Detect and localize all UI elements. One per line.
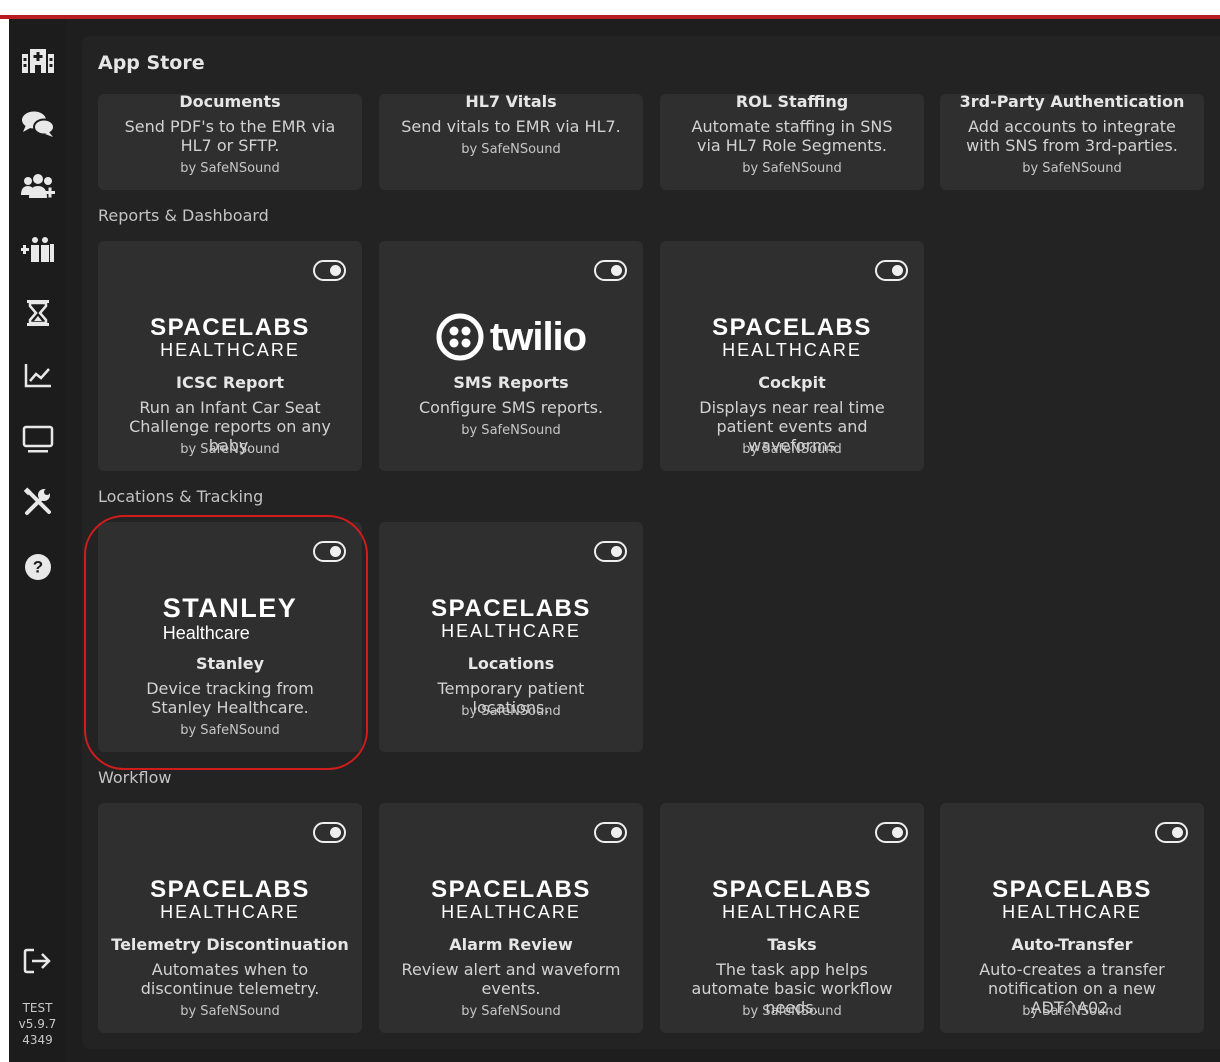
spacelabs-logo: SPACELABS HEALTHCARE (431, 875, 591, 922)
app-author: by SafeNSound (461, 423, 561, 438)
app-description: Send PDF's to the EMR via HL7 or SFTP. (124, 117, 336, 155)
app-card-icsc-report[interactable]: SPACELABS HEALTHCARE ICSC Report Run an I… (98, 241, 362, 471)
app-card-hl7-vitals[interactable]: HL7 Vitals Send vitals to EMR via HL7. b… (379, 94, 643, 190)
logout-button[interactable] (9, 941, 66, 981)
environment-label: TEST (22, 1001, 53, 1015)
section-label-workflow: Workflow (98, 768, 172, 787)
enable-toggle[interactable] (313, 260, 346, 281)
stanley-logo: STANLEY Healthcare (162, 592, 298, 643)
app-card-documents[interactable]: Documents Send PDF's to the EMR via HL7 … (98, 94, 362, 190)
sidebar-item-users[interactable] (9, 167, 66, 207)
app-author: by SafeNSound (461, 1004, 561, 1019)
spacelabs-logo: SPACELABS HEALTHCARE (712, 313, 872, 360)
sidebar-item-staff[interactable] (9, 230, 66, 270)
enable-toggle[interactable] (313, 822, 346, 843)
app-author: by SafeNSound (1022, 161, 1122, 176)
app-author: by SafeNSound (180, 442, 280, 457)
app-card-stanley[interactable]: STANLEY Healthcare Stanley Device trackin… (98, 522, 362, 752)
app-card-cockpit[interactable]: SPACELABS HEALTHCARE Cockpit Displays nea… (660, 241, 924, 471)
chart-icon (24, 363, 52, 389)
app-name: Locations (467, 654, 555, 673)
app-name: Auto-Transfer (1011, 935, 1133, 954)
app-author: by SafeNSound (1022, 1004, 1122, 1019)
app-author: by SafeNSound (180, 161, 280, 176)
app-name: HL7 Vitals (465, 94, 557, 111)
sidebar: ? TEST v5.9.7 4349 (9, 19, 66, 1062)
app-store-content[interactable]: Documents Send PDF's to the EMR via HL7 … (82, 94, 1220, 1049)
app-name: ROL Staffing (735, 94, 849, 111)
logout-icon (23, 948, 53, 974)
section-label-locations: Locations & Tracking (98, 487, 264, 506)
version-label: v5.9.7 (18, 1017, 57, 1031)
enable-toggle[interactable] (594, 822, 627, 843)
app-description: Device tracking from Stanley Healthcare. (146, 679, 314, 717)
app-description: Automates when to discontinue telemetry. (140, 960, 320, 998)
app-name: Documents (179, 94, 281, 111)
sidebar-item-hospital[interactable] (9, 41, 66, 81)
sidebar-item-analytics[interactable] (9, 356, 66, 396)
app-card-rol-staffing[interactable]: ROL Staffing Automate staffing in SNS vi… (660, 94, 924, 190)
sidebar-item-monitor[interactable] (9, 419, 66, 459)
app-name: ICSC Report (176, 373, 284, 392)
app-window: ? TEST v5.9.7 4349 App Store Documents S… (9, 19, 1220, 1062)
twilio-mark-icon (436, 313, 484, 361)
app-name: Cockpit (758, 373, 826, 392)
enable-toggle[interactable] (1155, 822, 1188, 843)
spacelabs-logo: SPACELABS HEALTHCARE (150, 313, 310, 360)
enable-toggle[interactable] (875, 260, 908, 281)
svg-text:?: ? (32, 558, 42, 577)
main-panel: App Store Documents Send PDF's to the EM… (82, 36, 1220, 1049)
app-card-locations[interactable]: SPACELABS HEALTHCARE Locations Temporary … (379, 522, 643, 752)
app-card-sms-reports[interactable]: twilio SMS Reports Configure SMS reports… (379, 241, 643, 471)
app-card-auto-transfer[interactable]: SPACELABS HEALTHCARE Auto-Transfer Auto-c… (940, 803, 1204, 1033)
section-label-reports: Reports & Dashboard (98, 206, 269, 225)
app-name: Alarm Review (449, 935, 573, 954)
spacelabs-logo: SPACELABS HEALTHCARE (712, 875, 872, 922)
app-author: by SafeNSound (461, 142, 561, 157)
app-card-telemetry-discontinuation[interactable]: SPACELABS HEALTHCARE Telemetry Discontinu… (98, 803, 362, 1033)
app-author: by SafeNSound (461, 704, 561, 719)
app-name: SMS Reports (453, 373, 569, 392)
app-author: by SafeNSound (742, 1004, 842, 1019)
enable-toggle[interactable] (875, 822, 908, 843)
app-description: Send vitals to EMR via HL7. (401, 117, 621, 136)
app-name: Tasks (767, 935, 817, 954)
sidebar-item-chat[interactable] (9, 104, 66, 144)
app-description: Add accounts to integrate with SNS from … (966, 117, 1178, 155)
monitor-icon (22, 425, 54, 453)
spacelabs-logo: SPACELABS HEALTHCARE (150, 875, 310, 922)
chat-icon (21, 110, 55, 138)
app-name: Stanley (195, 654, 265, 673)
users-icon (20, 173, 56, 201)
app-description: Review alert and waveform events. (401, 960, 621, 998)
app-name: 3rd-Party Authentication (959, 94, 1185, 111)
enable-toggle[interactable] (594, 260, 627, 281)
app-card-tasks[interactable]: SPACELABS HEALTHCARE Tasks The task app h… (660, 803, 924, 1033)
app-author: by SafeNSound (742, 161, 842, 176)
sidebar-item-timer[interactable] (9, 293, 66, 333)
help-icon: ? (24, 553, 52, 581)
hospital-icon (21, 48, 55, 74)
twilio-logo: twilio (379, 307, 643, 367)
page-title: App Store (98, 52, 205, 74)
version-info: TEST v5.9.7 4349 (9, 1000, 66, 1048)
app-name: Telemetry Discontinuation (111, 935, 349, 954)
spacelabs-logo: SPACELABS HEALTHCARE (992, 875, 1152, 922)
spacelabs-logo: SPACELABS HEALTHCARE (431, 594, 591, 641)
tools-icon (23, 487, 53, 517)
app-author: by SafeNSound (180, 1004, 280, 1019)
app-card-alarm-review[interactable]: SPACELABS HEALTHCARE Alarm Review Review … (379, 803, 643, 1033)
app-description: Automate staffing in SNS via HL7 Role Se… (691, 117, 893, 155)
hourglass-icon (25, 299, 51, 327)
sidebar-item-help[interactable]: ? (9, 547, 66, 587)
sidebar-item-tools[interactable] (9, 482, 66, 522)
app-author: by SafeNSound (180, 723, 280, 738)
app-author: by SafeNSound (742, 442, 842, 457)
build-label: 4349 (22, 1033, 53, 1047)
enable-toggle[interactable] (594, 541, 627, 562)
app-card-3rd-party-authentication[interactable]: 3rd-Party Authentication Add accounts to… (940, 94, 1204, 190)
enable-toggle[interactable] (313, 541, 346, 562)
staff-icon (20, 236, 55, 264)
app-description: Configure SMS reports. (418, 398, 604, 417)
